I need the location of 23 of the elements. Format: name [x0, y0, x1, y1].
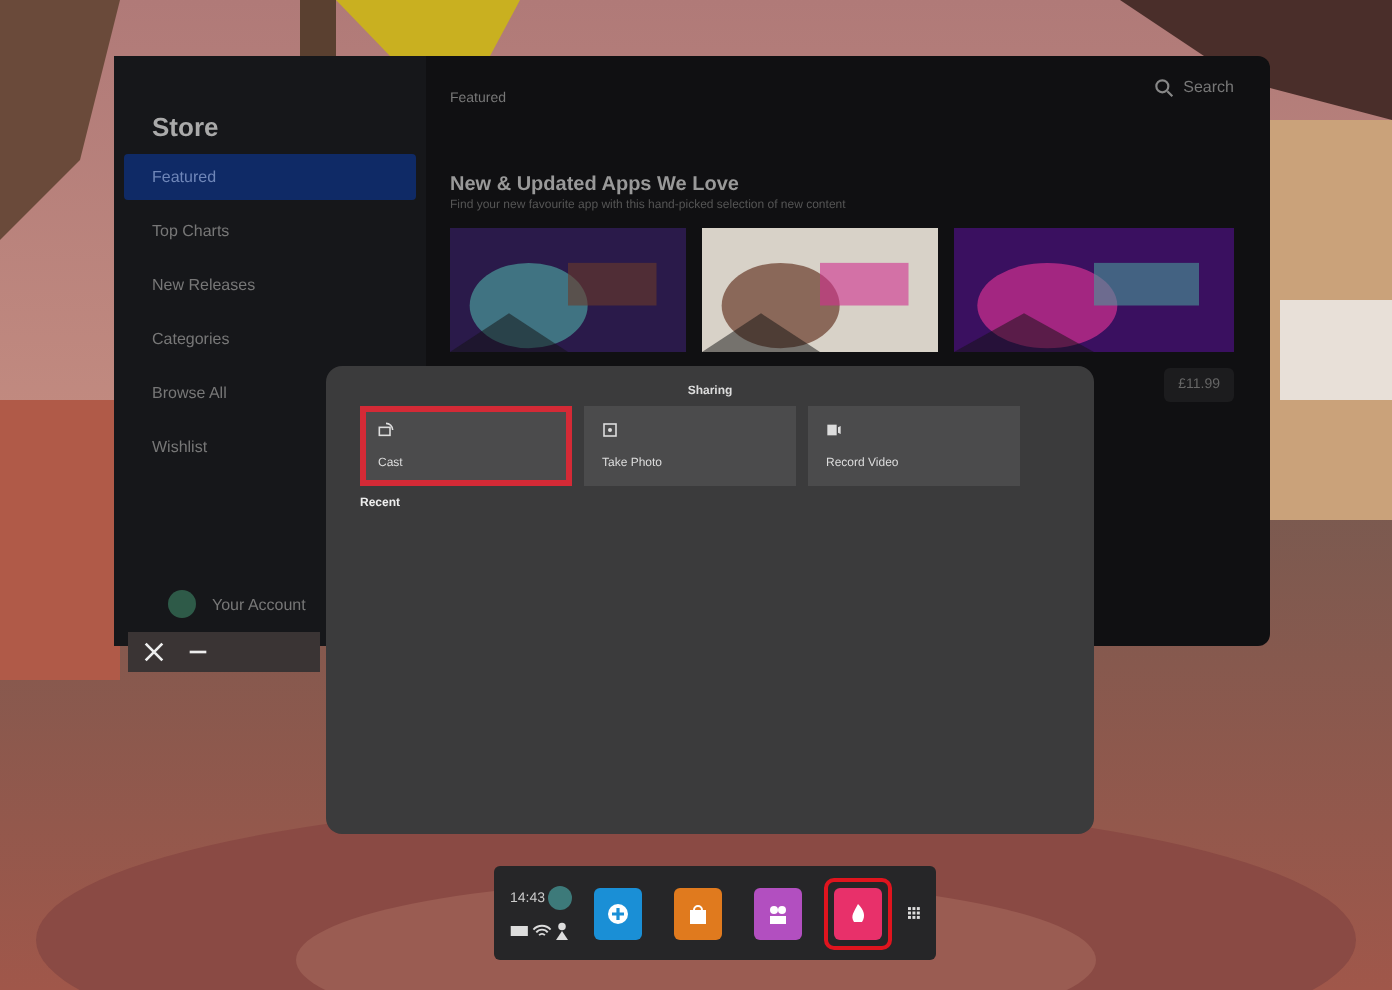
battery-icon	[510, 922, 530, 940]
app-grid-icon[interactable]	[908, 902, 920, 924]
person-icon	[552, 922, 573, 940]
explore-app-icon[interactable]	[594, 887, 643, 939]
avatar-icon[interactable]	[548, 886, 573, 910]
sidebar-item[interactable]: Featured	[124, 154, 416, 200]
video-camera-icon	[826, 422, 842, 438]
search-field[interactable]: Search	[1153, 77, 1234, 97]
avatar-icon	[168, 590, 196, 618]
wifi-icon	[531, 922, 552, 940]
close-icon[interactable]	[144, 642, 164, 662]
search-icon	[1153, 77, 1174, 97]
sharing-app-icon[interactable]	[834, 887, 883, 939]
section-heading: New & Updated Apps We Love	[450, 174, 741, 196]
people-app-icon[interactable]	[754, 887, 803, 939]
sidebar-item[interactable]: Categories	[124, 316, 416, 362]
sidebar-item[interactable]: Top Charts	[124, 208, 416, 254]
cast-icon	[378, 422, 394, 438]
account-link[interactable]: Your Account	[212, 595, 306, 613]
store-app-icon[interactable]	[674, 887, 723, 939]
sidebar-item[interactable]: New Releases	[124, 262, 416, 308]
store-title: Store	[150, 112, 221, 142]
crop-frame-icon	[602, 422, 618, 438]
